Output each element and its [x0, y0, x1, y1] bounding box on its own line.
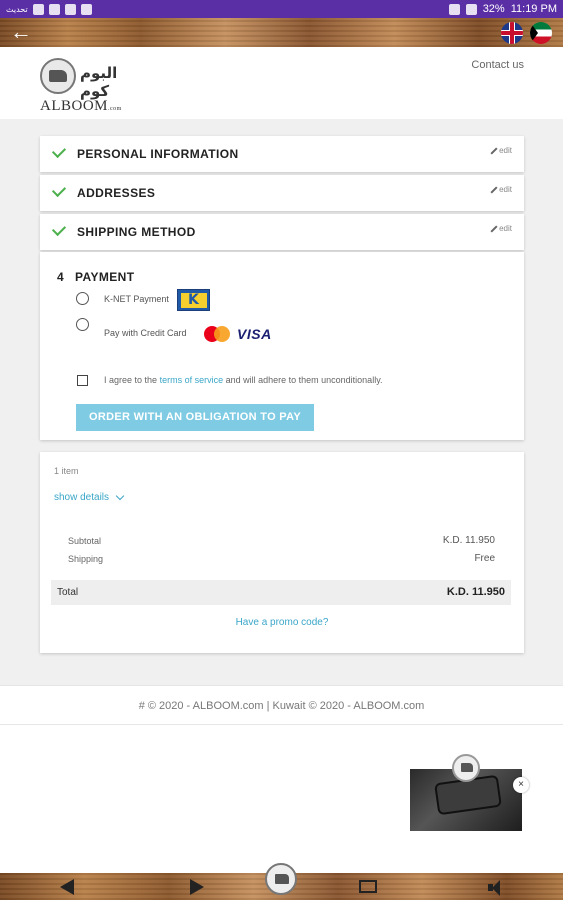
visa-icon: VISA: [237, 326, 272, 342]
signal-icon: [465, 3, 477, 15]
knet-logo-letter: K: [188, 292, 199, 308]
nav-home-logo-icon[interactable]: [265, 863, 297, 895]
nav-back-icon[interactable]: [60, 879, 74, 895]
status-bar-notifications: تحديث: [6, 3, 92, 15]
english-flag-icon[interactable]: [501, 22, 523, 44]
volume-icon[interactable]: [488, 879, 508, 897]
status-bar-system: 32% 11:19 PM: [448, 3, 557, 15]
status-bar-label: تحديث: [6, 4, 28, 14]
edit-button[interactable]: edit: [489, 146, 512, 155]
step-number: 4: [57, 270, 64, 284]
knet-logo-icon: K: [177, 289, 210, 311]
status-bar: تحديث 32% 11:19 PM: [0, 0, 563, 18]
edit-label: edit: [499, 224, 512, 233]
edit-label: edit: [499, 146, 512, 155]
step-addresses[interactable]: ADDRESSES edit: [40, 175, 524, 211]
clock: 11:19 PM: [510, 3, 557, 15]
site-header: البوم كوم ALBOOM.com Contact us: [0, 47, 563, 119]
payment-title: PAYMENT: [75, 270, 135, 284]
mail-icon: [64, 3, 76, 15]
shipping-value: Free: [474, 553, 495, 564]
promo-code-link[interactable]: Have a promo code?: [40, 617, 524, 628]
terms-checkbox[interactable]: [77, 375, 88, 386]
credit-card-radio[interactable]: [76, 318, 89, 331]
bottom-navigation-bar: [0, 863, 563, 900]
total-value: K.D. 11.950: [446, 586, 505, 598]
footer-copyright: # © 2020 - ALBOOM.com | Kuwait © 2020 - …: [138, 700, 425, 712]
pencil-icon: [489, 186, 497, 194]
flag-cross: [501, 31, 523, 35]
step-personal-information[interactable]: PERSONAL INFORMATION edit: [40, 136, 524, 172]
total-label: Total: [57, 587, 79, 598]
whatsapp-icon: [32, 3, 44, 15]
site-footer: # © 2020 - ALBOOM.com | Kuwait © 2020 - …: [0, 685, 563, 725]
terms-of-service-link[interactable]: terms of service: [160, 375, 224, 385]
step-title: PERSONAL INFORMATION: [77, 147, 239, 161]
step-title: SHIPPING METHOD: [77, 225, 196, 239]
alboom-logo[interactable]: البوم كوم ALBOOM.com: [40, 58, 135, 115]
pencil-icon: [489, 225, 497, 233]
subtotal-value: K.D. 11.950: [442, 535, 495, 546]
edit-button[interactable]: edit: [489, 224, 512, 233]
edit-button[interactable]: edit: [489, 185, 512, 194]
checkout-area: PERSONAL INFORMATION edit ADDRESSES edit…: [0, 119, 563, 685]
credit-card-label[interactable]: Pay with Credit Card: [104, 328, 187, 338]
knet-label[interactable]: K-NET Payment: [104, 294, 169, 304]
show-details-toggle[interactable]: show details: [54, 491, 125, 503]
logo-english: ALBOOM.com: [40, 98, 122, 115]
battery-level: 32%: [482, 3, 505, 15]
step-title: ADDRESSES: [77, 186, 156, 200]
items-count: 1 item: [54, 466, 79, 476]
subtotal-label: Subtotal: [68, 536, 102, 546]
terms-prefix: I agree to the: [104, 375, 158, 385]
top-app-bar: ←: [0, 18, 563, 47]
wifi-icon: [448, 3, 460, 15]
order-summary: 1 item show details Subtotal K.D. 11.950…: [40, 452, 524, 653]
total-row: Total K.D. 11.950: [51, 580, 511, 605]
logo-arabic: البوم كوم: [80, 64, 118, 100]
payment-section: 4 PAYMENT K-NET Payment K Pay with Credi…: [40, 252, 524, 440]
kuwait-flag-icon[interactable]: [530, 22, 552, 44]
check-icon: [51, 182, 67, 198]
step-shipping-method[interactable]: SHIPPING METHOD edit: [40, 214, 524, 250]
knet-radio[interactable]: [76, 292, 89, 305]
nav-forward-icon[interactable]: [190, 879, 204, 895]
pencil-icon: [489, 147, 497, 155]
screenshot-icon[interactable]: [359, 880, 377, 893]
mastercard-icon: [204, 326, 230, 342]
shipping-label: Shipping: [68, 554, 104, 564]
check-icon: [51, 143, 67, 159]
contact-us-link[interactable]: Contact us: [471, 59, 524, 71]
video-channel-logo-icon: [452, 754, 480, 782]
logo-suffix: .com: [108, 106, 122, 112]
gallery-icon: [48, 3, 60, 15]
chevron-down-icon: [115, 491, 125, 500]
check-icon: [51, 221, 67, 237]
show-details-label: show details: [54, 492, 110, 503]
terms-suffix: and will adhere to them unconditionally.: [225, 375, 383, 385]
video-close-button[interactable]: ×: [513, 777, 529, 793]
logo-english-text: ALBOOM: [40, 98, 109, 114]
terms-text: I agree to the terms of service and will…: [104, 375, 383, 385]
edit-label: edit: [499, 185, 512, 194]
notification-icon: [80, 3, 92, 15]
order-button[interactable]: ORDER WITH AN OBLIGATION TO PAY: [76, 404, 314, 431]
logo-emblem-icon: [40, 58, 76, 94]
back-arrow-icon[interactable]: ←: [10, 21, 32, 44]
